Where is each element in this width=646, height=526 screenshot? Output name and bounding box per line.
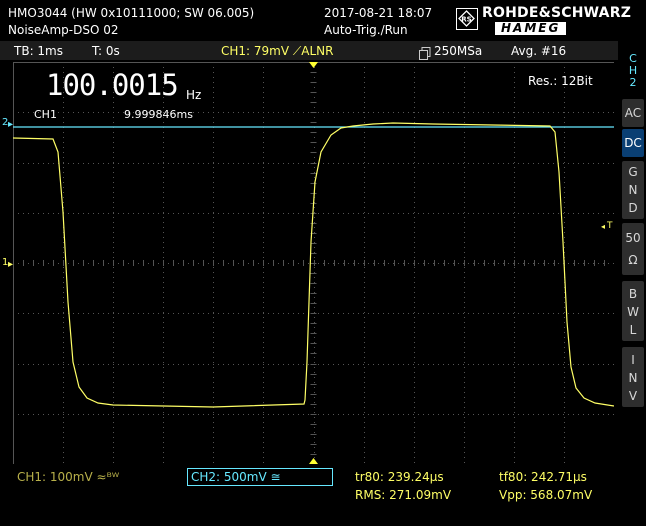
brand-subname: HAMEG	[495, 22, 567, 35]
rms-measurement: RMS: 271.09mV	[355, 488, 452, 502]
trigger-level-marker[interactable]: T	[607, 221, 613, 231]
trigger-time-marker-top	[309, 62, 318, 68]
timebase-readout[interactable]: TB: 1ms	[14, 44, 63, 58]
trigger-time-marker-bottom	[309, 458, 318, 464]
waveform-display	[12, 62, 615, 465]
inv-button[interactable]: I N V	[622, 347, 644, 407]
frequency-value: 100.0015	[46, 68, 179, 102]
sample-rate: 250MSa	[434, 44, 483, 58]
scope-screen[interactable]	[12, 62, 615, 465]
dc-coupling-button[interactable]: DC	[622, 129, 644, 157]
vpp-measurement: Vpp: 568.07mV	[499, 488, 593, 502]
bwl-button[interactable]: B W L	[622, 281, 644, 341]
tf80-measurement: tf80: 242.71µs	[499, 470, 587, 484]
datetime: 2017-08-21 18:07	[324, 6, 433, 20]
ch1-setting[interactable]: CH1: 100mV ≈ᴮᵂ	[17, 470, 119, 484]
brand-name: ROHDE&SCHWARZ	[482, 5, 632, 21]
period-value: 9.999846ms	[124, 108, 193, 121]
svg-text:RS: RS	[461, 16, 471, 24]
tr80-measurement: tr80: 239.24µs	[355, 470, 444, 484]
ch2-ref-arrow-icon: ▸	[8, 119, 14, 130]
trigger-mode: Auto-Trig./Run	[324, 23, 408, 37]
frequency-channel: CH1	[34, 108, 57, 121]
gnd-button[interactable]: G N D	[622, 161, 644, 219]
ch2-setting[interactable]: CH2: 500mV ≅	[191, 470, 281, 484]
trigger-level-arrow-icon: ◂	[601, 222, 606, 231]
fifty-ohm-button[interactable]: 50 Ω	[622, 223, 644, 275]
trigger-info[interactable]: CH1: 79mV ⟋ALNR	[221, 44, 334, 59]
model-line: HMO3044 (HW 0x10111000; SW 06.005)	[8, 6, 255, 20]
side-channel-label: C H 2	[628, 52, 638, 89]
brand-logo-icon: RS	[456, 8, 478, 30]
ac-coupling-button[interactable]: AC	[622, 99, 644, 127]
device-name: NoiseAmp-DSO 02	[8, 23, 119, 37]
ch1-ref-arrow-icon: ▸	[8, 259, 14, 270]
resolution-label: Res.: 12Bit	[528, 74, 593, 88]
frequency-unit: Hz	[186, 88, 202, 102]
channel-side-panel: C H 2 AC DC G N D 50 Ω B W L I N V	[620, 41, 646, 526]
time-offset-readout[interactable]: T: 0s	[92, 44, 120, 58]
averaging-count: Avg. #16	[511, 44, 567, 58]
